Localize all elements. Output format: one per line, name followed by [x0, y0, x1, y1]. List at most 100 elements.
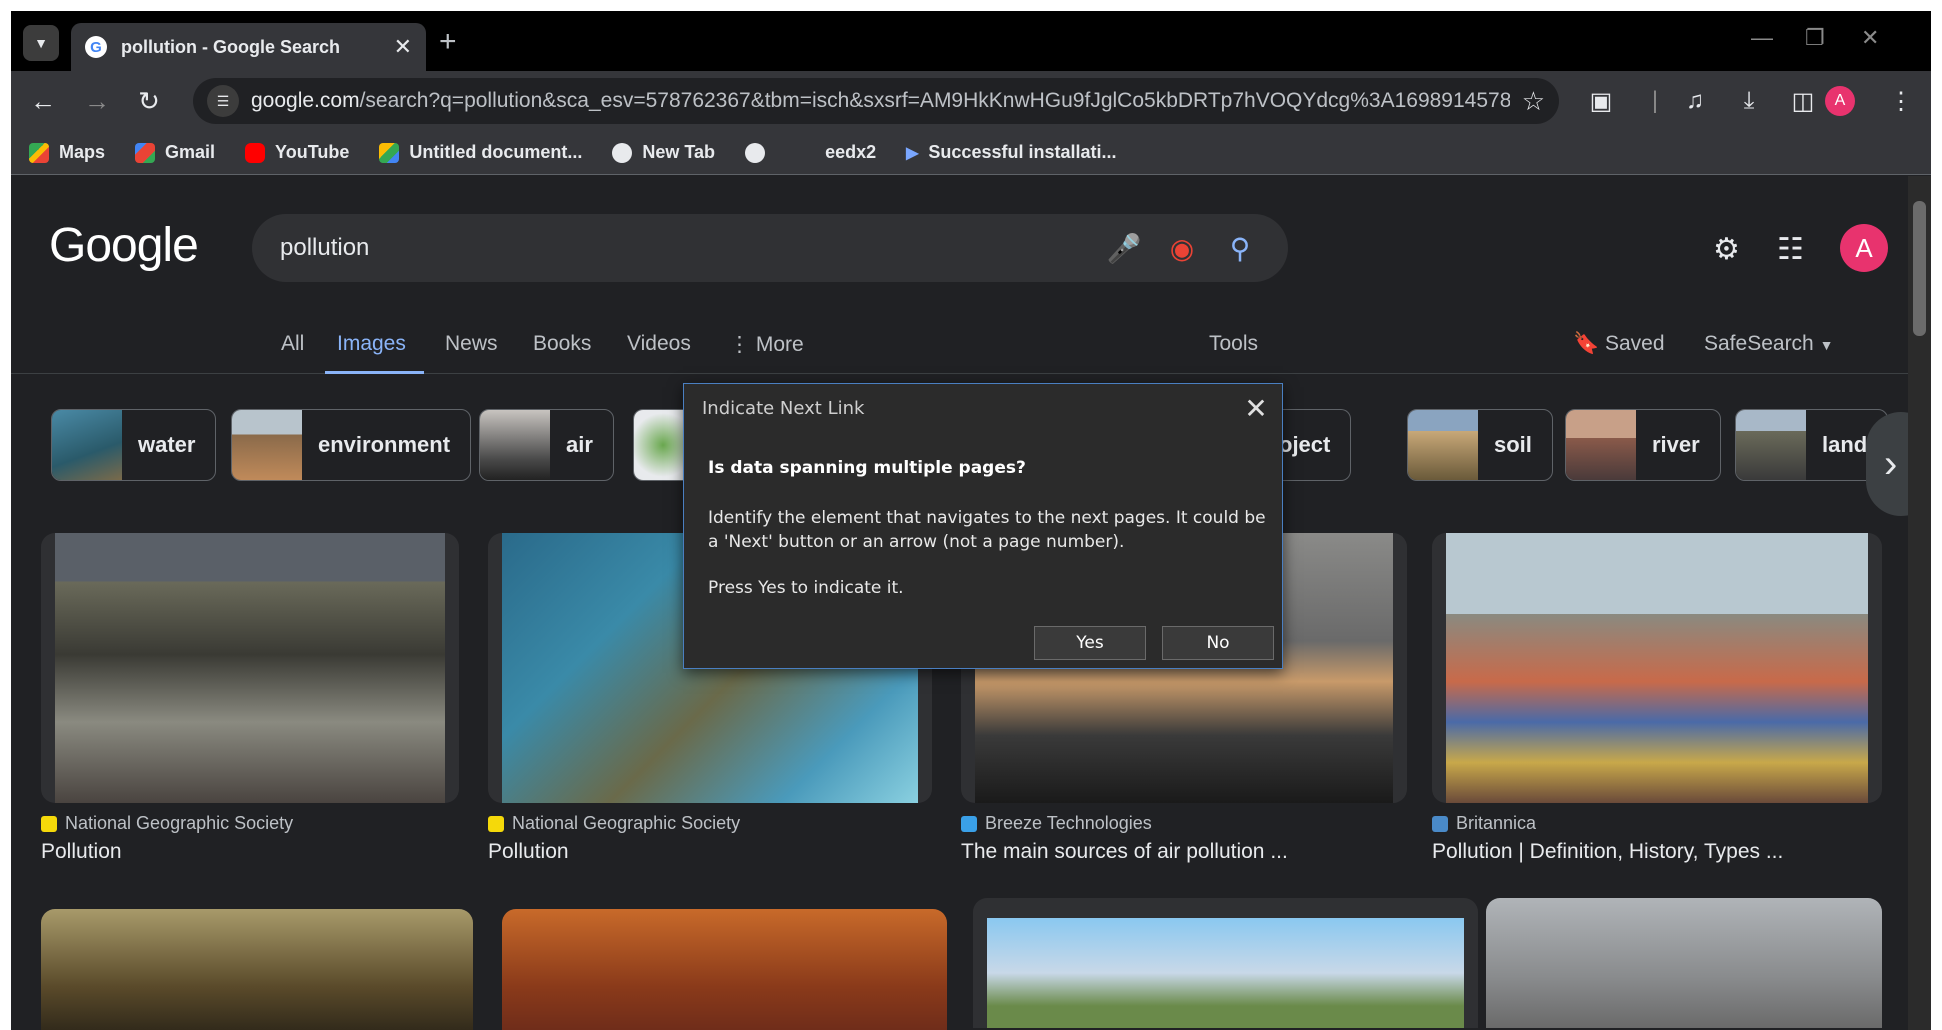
- google-logo[interactable]: Google: [49, 218, 199, 273]
- chips-next-arrow-icon[interactable]: ›: [1866, 412, 1908, 516]
- result-source[interactable]: National Geographic Society: [488, 813, 932, 834]
- chip-thumbnail: [1408, 410, 1478, 480]
- account-avatar[interactable]: A: [1840, 224, 1888, 272]
- result-source-label: Breeze Technologies: [985, 813, 1152, 833]
- profile-avatar[interactable]: A: [1825, 86, 1855, 116]
- apps-grid-icon[interactable]: ☷: [1777, 232, 1804, 267]
- close-tab-icon[interactable]: ✕: [394, 34, 412, 60]
- bookmark-successful-installation[interactable]: ▶ Successful installati...: [906, 142, 1116, 163]
- tab-books[interactable]: Books: [533, 326, 591, 374]
- chip-label: environment: [318, 432, 451, 457]
- chip-water[interactable]: water: [51, 409, 217, 481]
- dialog-prompt: Press Yes to indicate it.: [708, 578, 904, 598]
- result-source-label: National Geographic Society: [65, 813, 294, 833]
- chip-river[interactable]: river: [1565, 409, 1721, 481]
- yes-button[interactable]: Yes: [1034, 626, 1146, 660]
- result-image[interactable]: [41, 909, 473, 1030]
- new-tab-button[interactable]: +: [439, 25, 457, 59]
- result-image: [55, 533, 445, 803]
- result-source[interactable]: National Geographic Society: [41, 813, 459, 834]
- result-title[interactable]: Pollution | Definition, History, Types .…: [1432, 840, 1882, 864]
- result-title[interactable]: Pollution: [41, 840, 459, 864]
- restore-icon[interactable]: ❐: [1805, 25, 1825, 51]
- breeze-favicon-icon: [961, 815, 977, 832]
- forward-icon[interactable]: →: [79, 83, 115, 119]
- dialog-title: Indicate Next Link: [702, 398, 865, 419]
- site-info-icon[interactable]: ☰: [207, 85, 239, 117]
- chip-soil[interactable]: soil: [1407, 409, 1553, 481]
- search-icon[interactable]: ⚲: [1220, 228, 1260, 268]
- globe-icon: [612, 142, 633, 163]
- bookmark-eedx2[interactable]: eedx2: [825, 142, 876, 163]
- result-image[interactable]: [1486, 898, 1882, 1028]
- tools-button[interactable]: Tools: [1209, 332, 1258, 356]
- tab-videos[interactable]: Videos: [627, 326, 691, 374]
- page-scrollbar[interactable]: [1908, 176, 1931, 1030]
- bookmark-label: New Tab: [642, 142, 716, 162]
- natgeo-favicon-icon: [488, 815, 504, 832]
- gmail-icon: [135, 142, 156, 163]
- chevron-down-icon: ▼: [34, 35, 48, 51]
- result-source-label: Britannica: [1456, 813, 1537, 833]
- browser-window: ▼ G pollution - Google Search ✕ + — ❐ ✕ …: [11, 11, 1931, 1030]
- tab-images[interactable]: Images: [325, 326, 424, 374]
- chip-label: air: [566, 432, 593, 457]
- close-window-icon[interactable]: ✕: [1861, 25, 1879, 51]
- bookmark-label: Maps: [59, 142, 106, 162]
- image-result[interactable]: National Geographic Society Pollution: [41, 533, 459, 864]
- tab-news[interactable]: News: [445, 326, 498, 374]
- bookmark-globe[interactable]: [745, 142, 775, 163]
- result-image[interactable]: [502, 909, 947, 1030]
- dialog-heading: Is data spanning multiple pages?: [708, 458, 1026, 478]
- tab-more[interactable]: ⋮ More: [729, 326, 804, 374]
- search-nav-tabs: All Images News Books Videos ⋮ More Tool…: [11, 326, 1908, 374]
- result-image-frame[interactable]: [41, 533, 459, 803]
- minimize-icon[interactable]: —: [1751, 25, 1773, 51]
- chip-environment[interactable]: environment: [231, 409, 472, 481]
- result-source[interactable]: Breeze Technologies: [961, 813, 1407, 834]
- result-title[interactable]: Pollution: [488, 840, 932, 864]
- saved-button[interactable]: 🔖 Saved: [1573, 332, 1665, 356]
- bookmark-gmail[interactable]: Gmail: [135, 142, 215, 163]
- browser-tab[interactable]: G pollution - Google Search ✕: [71, 23, 426, 71]
- side-panel-icon[interactable]: ◫: [1787, 85, 1819, 117]
- result-title[interactable]: The main sources of air pollution ...: [961, 840, 1407, 864]
- tab-all[interactable]: All: [281, 326, 304, 374]
- result-image-frame[interactable]: [1432, 533, 1882, 803]
- saved-label: Saved: [1604, 332, 1665, 355]
- safesearch-label: SafeSearch: [1704, 332, 1814, 355]
- no-button[interactable]: No: [1162, 626, 1274, 660]
- search-input[interactable]: [280, 234, 1086, 262]
- safesearch-button[interactable]: SafeSearch ▼: [1704, 332, 1833, 356]
- scrollbar-thumb[interactable]: [1913, 201, 1926, 336]
- image-result[interactable]: Britannica Pollution | Definition, Histo…: [1432, 533, 1882, 864]
- media-controls-icon[interactable]: ♫: [1679, 85, 1711, 117]
- tab-search-button[interactable]: ▼: [23, 25, 59, 61]
- dialog-close-icon[interactable]: ✕: [1238, 390, 1274, 426]
- bookmark-untitled-document[interactable]: Untitled document...: [379, 142, 582, 163]
- bookmark-star-icon[interactable]: ☆: [1522, 86, 1545, 117]
- result-source[interactable]: Britannica: [1432, 813, 1882, 834]
- url-text[interactable]: google.com/search?q=pollution&sca_esv=57…: [251, 89, 1510, 113]
- dialog-body: Identify the element that navigates to t…: [708, 508, 1266, 552]
- address-bar[interactable]: ☰ google.com/search?q=pollution&sca_esv=…: [193, 78, 1559, 124]
- settings-gear-icon[interactable]: ⚙: [1713, 232, 1740, 267]
- result-image-frame[interactable]: [973, 898, 1478, 1028]
- tab-title: pollution - Google Search: [121, 36, 341, 57]
- chip-thumbnail: [52, 410, 122, 480]
- bookmark-new-tab[interactable]: New Tab: [612, 142, 715, 163]
- microphone-icon[interactable]: 🎤: [1104, 228, 1144, 268]
- bookmark-label: YouTube: [275, 142, 350, 162]
- chip-air[interactable]: air: [479, 409, 614, 481]
- download-icon[interactable]: ⤓: [1733, 85, 1765, 117]
- google-lens-icon[interactable]: ◉: [1162, 228, 1202, 268]
- natgeo-favicon-icon: [41, 815, 57, 832]
- back-icon[interactable]: ←: [25, 83, 61, 119]
- drive-icon: [379, 142, 400, 163]
- extensions-icon[interactable]: ▣: [1585, 85, 1617, 117]
- bookmark-youtube[interactable]: YouTube: [245, 142, 349, 163]
- menu-kebab-icon[interactable]: ⋮: [1885, 85, 1917, 117]
- reload-icon[interactable]: ↻: [131, 83, 167, 119]
- search-box[interactable]: 🎤 ◉ ⚲: [252, 214, 1288, 282]
- bookmark-maps[interactable]: Maps: [29, 142, 105, 163]
